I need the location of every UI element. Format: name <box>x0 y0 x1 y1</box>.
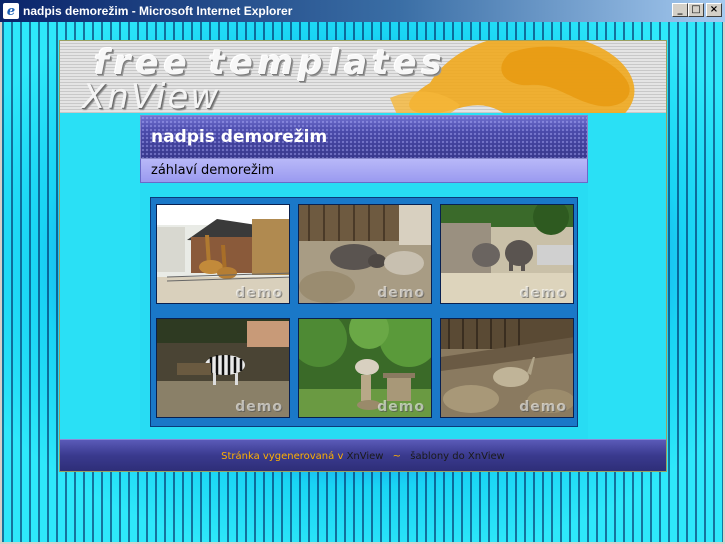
page-title: nadpis demorežim <box>151 127 328 147</box>
window-title-bar[interactable]: e nadpis demorežim - Microsoft Internet … <box>0 0 725 22</box>
thumbnail-gallery: demo demo demo demo demo demo <box>150 197 578 427</box>
demo-watermark: demo <box>377 285 425 301</box>
banner-subtitle: XnView <box>82 77 221 113</box>
footer-separator: ~ <box>392 451 402 462</box>
content-area: nadpis demorežim záhlaví demorežim demo … <box>140 115 588 439</box>
page-frame: free templates XnView nadpis demorežim z… <box>59 40 667 472</box>
thumbnail-elephants[interactable]: demo <box>440 204 574 304</box>
ie-icon[interactable]: e <box>3 3 19 19</box>
subtitle-bar: záhlaví demorežim <box>140 159 588 183</box>
footer-link-templates[interactable]: šablony do XnView <box>410 451 505 462</box>
thumbnail-grid: demo demo demo demo demo demo <box>156 204 574 418</box>
page-footer: Stránka vygenerovaná v XnView ~ šablony … <box>60 439 666 471</box>
thumbnail-rhinoceros[interactable]: demo <box>298 204 432 304</box>
close-button[interactable]: × <box>706 3 722 17</box>
demo-watermark: demo <box>377 399 425 415</box>
thumbnail-bird[interactable]: demo <box>298 318 432 418</box>
footer-prefix: Stránka vygenerovaná v <box>221 451 344 462</box>
minimize-button[interactable]: _ <box>672 3 688 17</box>
thumbnail-ostrich[interactable]: demo <box>440 318 574 418</box>
maximize-button[interactable]: □ <box>688 3 704 17</box>
header-banner: free templates XnView <box>60 41 666 113</box>
thumbnail-zebra[interactable]: demo <box>156 318 290 418</box>
demo-watermark: demo <box>235 399 283 415</box>
page-title-bar: nadpis demorežim <box>140 115 588 159</box>
demo-watermark: demo <box>519 399 567 415</box>
window-controls: _ □ × <box>672 3 722 17</box>
window-title: nadpis demorežim - Microsoft Internet Ex… <box>23 4 293 18</box>
page-subtitle: záhlaví demorežim <box>151 163 275 178</box>
thumbnail-giraffes[interactable]: demo <box>156 204 290 304</box>
demo-watermark: demo <box>235 285 283 301</box>
footer-link-xnview[interactable]: XnView <box>347 451 384 462</box>
demo-watermark: demo <box>519 285 567 301</box>
page-viewport[interactable]: free templates XnView nadpis demorežim z… <box>0 22 725 544</box>
